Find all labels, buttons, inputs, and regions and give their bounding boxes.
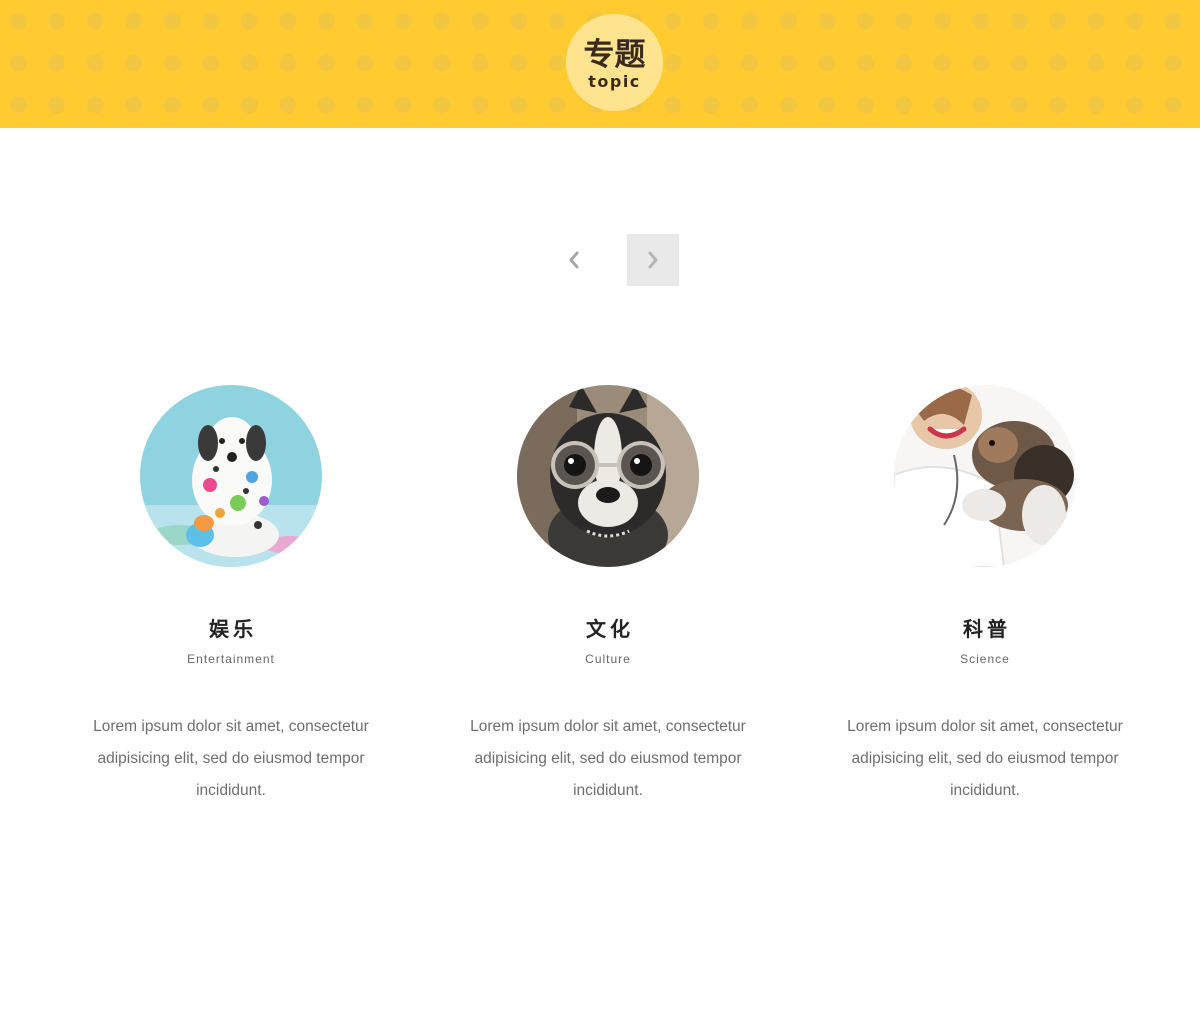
badge-title-en: topic [588, 72, 641, 91]
topic-banner: 专题 topic [0, 0, 1200, 128]
topic-card-entertainment[interactable]: 娱乐 Entertainment Lorem ipsum dolor sit a… [61, 385, 401, 807]
carousel-next-button[interactable] [627, 234, 679, 286]
vet-holding-puppy-photo[interactable] [894, 385, 1076, 567]
topic-card-science[interactable]: 科普 Science Lorem ipsum dolor sit amet, c… [815, 385, 1155, 807]
topic-description: Lorem ipsum dolor sit amet, consectetur … [93, 718, 369, 799]
dog-with-glasses-photo[interactable] [517, 385, 699, 567]
topic-card-culture[interactable]: 文化 Culture Lorem ipsum dolor sit amet, c… [438, 385, 778, 807]
topic-title-cn: 文化 [586, 617, 634, 641]
dalmatian-puppy-photo[interactable] [140, 385, 322, 567]
chevron-right-icon [648, 251, 658, 269]
topic-title-cn: 娱乐 [209, 617, 257, 641]
carousel-prev-button[interactable] [548, 234, 600, 286]
topic-description: Lorem ipsum dolor sit amet, consectetur … [470, 718, 746, 799]
topic-title-cn: 科普 [963, 617, 1011, 641]
chevron-left-icon [569, 251, 579, 269]
topic-badge: 专题 topic [566, 14, 663, 111]
topic-title-en: Entertainment [187, 652, 275, 666]
topic-title-en: Culture [585, 652, 631, 666]
badge-title-cn: 专题 [583, 37, 646, 73]
topic-title-en: Science [960, 652, 1010, 666]
topic-description: Lorem ipsum dolor sit amet, consectetur … [847, 718, 1123, 799]
